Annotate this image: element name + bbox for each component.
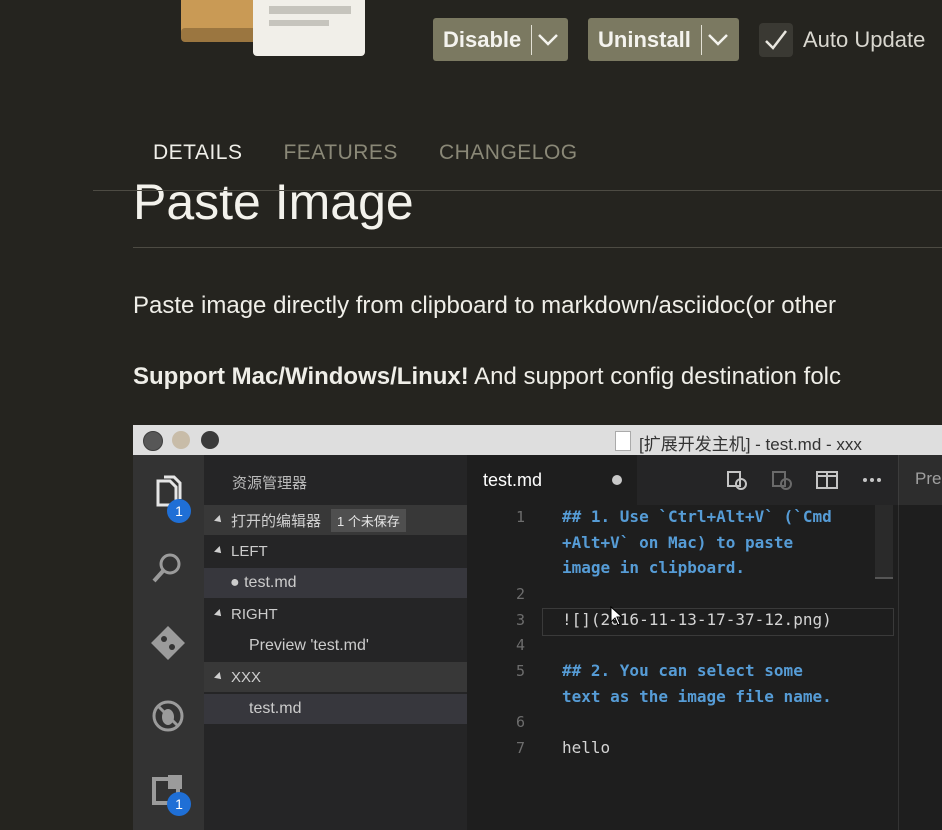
collapse-icon [214,546,224,556]
chevron-down-icon [708,33,728,46]
explorer-badge: 1 [167,499,191,523]
open-changes-icon[interactable] [725,468,749,492]
folder-header[interactable]: XXX [204,662,467,692]
group-left-header[interactable]: LEFT [204,536,467,566]
collapse-icon [214,609,224,619]
readme-text: And support config destination folc [468,363,842,390]
preview-tab[interactable]: Pre [898,455,942,505]
code-line: ## 1. Use `Ctrl+Alt+V` (`Cmd [562,507,832,526]
extensions-badge: 1 [167,792,191,816]
group-right-header[interactable]: RIGHT [204,599,467,629]
file-tree-item[interactable]: test.md [204,694,467,724]
preview-pane [898,505,942,830]
chevron-down-icon [538,33,559,46]
uninstall-button-group: Uninstall [588,18,739,61]
open-editors-header[interactable]: 打开的编辑器 1 个未保存 [204,505,467,535]
collapse-icon [214,672,224,682]
code-editor[interactable]: 1 2 3 4 5 6 7 ## 1. Use `Ctrl+Alt+V` (`C… [467,505,898,830]
extension-tabs: DETAILS FEATURES CHANGELOG [153,141,578,165]
mouse-cursor-icon [610,606,624,626]
explorer-sidebar: 资源管理器 打开的编辑器 1 个未保存 LEFT ● test.md RIGHT … [204,455,467,830]
explorer-title: 资源管理器 [232,475,308,492]
tab-features[interactable]: FEATURES [283,141,397,165]
line-number: 2 [515,585,525,603]
extension-logo-icon [181,0,365,56]
disable-button[interactable]: Disable [433,18,531,61]
line-number: 3 [515,611,525,629]
readme-paragraph: Paste image directly from clipboard to m… [133,292,836,319]
uninstall-dropdown-button[interactable] [702,18,734,61]
document-icon [615,431,631,451]
readme-bold-text: Support Mac/Windows/Linux! [133,363,469,390]
minimize-window-button [172,431,190,449]
auto-update-label: Auto Update [803,27,926,52]
activity-bar: 1 1 [133,455,204,830]
open-editor-item[interactable]: ● test.md [204,568,467,598]
code-line: image in clipboard. [562,558,746,577]
close-window-button [143,431,163,451]
tab-divider [93,190,942,191]
editor-scrollbar[interactable] [875,505,893,579]
code-line: hello [562,738,611,757]
split-editor-icon[interactable] [815,468,839,492]
uninstall-button[interactable]: Uninstall [588,18,701,61]
editor-tab-test-md[interactable]: test.md [467,455,637,505]
unsaved-dot-icon [612,475,622,485]
more-icon[interactable] [860,468,884,492]
readme-title: Paste Image [133,174,414,230]
disable-button-group: Disable [433,18,568,61]
code-line: ![](2016-11-13-17-37-12.png) [562,610,832,629]
disable-dropdown-button[interactable] [532,18,564,61]
editor-tab-bar: test.md [467,455,942,505]
unsaved-badge: 1 个未保存 [331,508,406,532]
auto-update-checkbox[interactable] [759,23,793,57]
readme-demo-image: [扩展开发主机] - test.md - xxx 1 1 资源管理器 打开的编辑… [133,425,942,830]
open-preview-icon[interactable] [770,468,794,492]
debug-icon [152,700,184,732]
line-number: 7 [515,739,525,757]
line-number: 1 [515,508,525,526]
collapse-icon [214,515,224,525]
git-icon [151,626,185,660]
readme-paragraph: Support Mac/Windows/Linux! And support c… [133,363,841,391]
auto-update-toggle: Auto Update [759,22,925,58]
tab-changelog[interactable]: CHANGELOG [439,141,578,165]
window-titlebar: [扩展开发主机] - test.md - xxx [133,425,942,455]
maximize-window-button [201,431,219,449]
window-title: [扩展开发主机] - test.md - xxx [639,435,862,454]
checkmark-icon [765,30,787,50]
line-number: 5 [515,662,525,680]
line-number: 4 [515,636,525,654]
open-editor-item[interactable]: Preview 'test.md' [204,631,467,661]
line-number: 6 [515,713,525,731]
code-line: +Alt+V` on Mac) to paste [562,533,794,552]
code-line: ## 2. You can select some [562,661,803,680]
tab-details[interactable]: DETAILS [153,141,242,165]
title-divider [133,247,942,248]
search-icon [152,553,181,583]
code-line: text as the image file name. [562,687,832,706]
